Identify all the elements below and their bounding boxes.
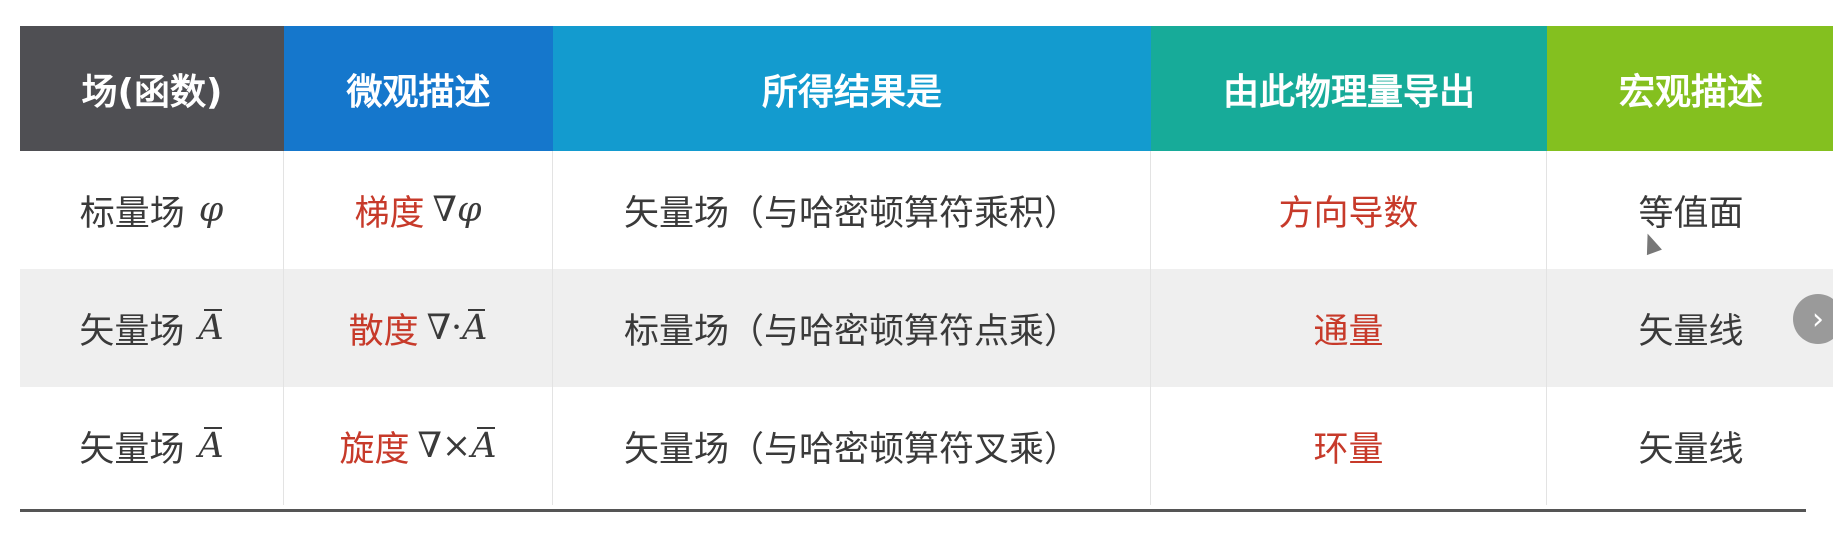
micro-symbol: φ	[456, 190, 482, 230]
page: 场(函数) 微观描述 所得结果是 由此物理量导出 宏观描述 标量场 φ 梯度 ∇…	[0, 0, 1833, 553]
field-symbol: A	[198, 308, 224, 348]
field-label: 标量场	[79, 193, 185, 234]
result-cell: 矢量场（与哈密顿算符乘积）	[553, 151, 1151, 269]
field-symbol: A	[198, 426, 224, 466]
micro-operator: ∇	[432, 190, 457, 230]
field-label: 矢量场	[79, 311, 185, 352]
chevron-right-icon: ›	[1812, 301, 1824, 337]
derived-cell: 通量	[1151, 269, 1547, 387]
field-label: 矢量场	[79, 429, 185, 470]
header-derived: 由此物理量导出	[1151, 26, 1547, 151]
micro-label: 散度	[348, 311, 419, 352]
header-field: 场(函数)	[20, 26, 284, 151]
field-description-table: 场(函数) 微观描述 所得结果是 由此物理量导出 宏观描述 标量场 φ 梯度 ∇…	[20, 26, 1833, 505]
table-bottom-rule	[20, 509, 1806, 512]
field-cell: 矢量场 A	[20, 387, 284, 505]
micro-symbol: A	[462, 308, 488, 348]
micro-cell: 旋度 ∇× A	[284, 387, 553, 505]
derived-cell: 环量	[1151, 387, 1547, 505]
field-symbol: φ	[198, 190, 224, 230]
field-cell: 标量场 φ	[20, 151, 284, 269]
micro-symbol: A	[471, 426, 497, 466]
table-row: 矢量场 A 散度 ∇· A 标量场（与哈密顿算符点乘） 通量 矢量线	[20, 269, 1833, 387]
derived-cell: 方向导数	[1151, 151, 1547, 269]
micro-cell: 梯度 ∇ φ	[284, 151, 553, 269]
header-macro: 宏观描述	[1547, 26, 1833, 151]
micro-operator: ∇·	[426, 308, 463, 348]
macro-cell: 矢量线	[1547, 269, 1833, 387]
table-header-row: 场(函数) 微观描述 所得结果是 由此物理量导出 宏观描述	[20, 26, 1833, 151]
macro-cell: 等值面	[1638, 193, 1744, 234]
micro-operator: ∇×	[417, 426, 472, 466]
table-row: 标量场 φ 梯度 ∇ φ 矢量场（与哈密顿算符乘积） 方向导数 等值面	[20, 151, 1833, 269]
micro-label: 梯度	[354, 193, 425, 234]
micro-label: 旋度	[339, 429, 410, 470]
table-row: 矢量场 A 旋度 ∇× A 矢量场（与哈密顿算符叉乘） 环量 矢量线	[20, 387, 1833, 505]
header-micro: 微观描述	[284, 26, 553, 151]
field-cell: 矢量场 A	[20, 269, 284, 387]
result-cell: 矢量场（与哈密顿算符叉乘）	[553, 387, 1151, 505]
header-result: 所得结果是	[553, 26, 1151, 151]
result-cell: 标量场（与哈密顿算符点乘）	[553, 269, 1151, 387]
macro-cell: 矢量线	[1638, 429, 1744, 470]
micro-cell: 散度 ∇· A	[284, 269, 553, 387]
